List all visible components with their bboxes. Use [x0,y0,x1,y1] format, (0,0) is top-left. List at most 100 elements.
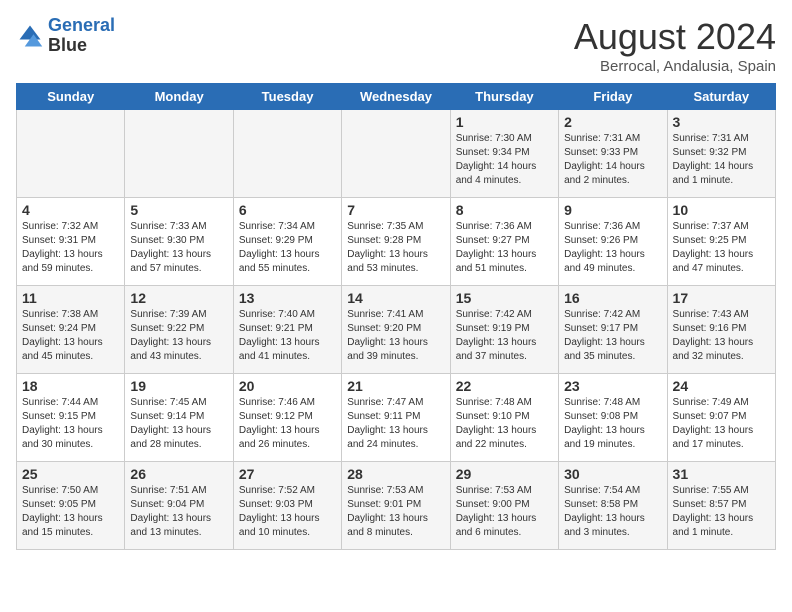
day-number: 13 [239,290,336,306]
calendar-cell: 12Sunrise: 7:39 AMSunset: 9:22 PMDayligh… [125,286,233,374]
day-number: 5 [130,202,227,218]
calendar-table: SundayMondayTuesdayWednesdayThursdayFrid… [16,83,776,550]
calendar-cell [125,110,233,198]
logo-text: General Blue [48,16,115,56]
calendar-cell: 27 Sunrise: 7:52 AMSunset: 9:03 PMDayligh… [233,462,341,550]
day-number: 29 [456,466,553,482]
day-number: 14 [347,290,444,306]
calendar-week-4: 18 Sunrise: 7:44 AMSunset: 9:15 PMDayligh… [17,374,776,462]
day-number: 30 [564,466,661,482]
calendar-header: SundayMondayTuesdayWednesdayThursdayFrid… [17,84,776,110]
day-info: Sunrise: 7:30 AMSunset: 9:34 PMDaylight:… [456,132,553,188]
calendar-week-2: 4Sunrise: 7:32 AMSunset: 9:31 PMDaylight… [17,198,776,286]
day-info: Sunrise: 7:52 AMSunset: 9:03 PMDaylight:… [239,484,336,540]
day-info: Sunrise: 7:47 AMSunset: 9:11 PMDaylight:… [347,396,444,452]
day-number: 24 [673,378,770,394]
calendar-cell: 20 Sunrise: 7:46 AMSunset: 9:12 PMDayligh… [233,374,341,462]
day-header-monday: Monday [125,84,233,110]
day-info: Sunrise: 7:33 AMSunset: 9:30 PMDaylight:… [130,220,227,276]
day-info: Sunrise: 7:44 AMSunset: 9:15 PMDaylight:… [22,396,119,452]
day-info: Sunrise: 7:51 AMSunset: 9:04 PMDaylight:… [130,484,227,540]
day-info: Sunrise: 7:49 AMSunset: 9:07 PMDaylight:… [673,396,770,452]
day-header-wednesday: Wednesday [342,84,450,110]
calendar-cell: 1 Sunrise: 7:30 AMSunset: 9:34 PMDaylight… [450,110,558,198]
calendar-cell [342,110,450,198]
calendar-cell: 18 Sunrise: 7:44 AMSunset: 9:15 PMDayligh… [17,374,125,462]
calendar-week-1: 1 Sunrise: 7:30 AMSunset: 9:34 PMDaylight… [17,110,776,198]
calendar-cell: 10Sunrise: 7:37 AMSunset: 9:25 PMDayligh… [667,198,775,286]
calendar-cell: 11Sunrise: 7:38 AMSunset: 9:24 PMDayligh… [17,286,125,374]
calendar-cell: 3 Sunrise: 7:31 AMSunset: 9:32 PMDaylight… [667,110,775,198]
day-number: 16 [564,290,661,306]
day-number: 3 [673,114,770,130]
calendar-cell: 30Sunrise: 7:54 AMSunset: 8:58 PMDayligh… [559,462,667,550]
calendar-cell: 14 Sunrise: 7:41 AMSunset: 9:20 PMDayligh… [342,286,450,374]
calendar-cell: 16 Sunrise: 7:42 AMSunset: 9:17 PMDayligh… [559,286,667,374]
calendar-cell [17,110,125,198]
day-number: 31 [673,466,770,482]
day-info: Sunrise: 7:48 AMSunset: 9:10 PMDaylight:… [456,396,553,452]
day-header-sunday: Sunday [17,84,125,110]
calendar-cell: 22 Sunrise: 7:48 AMSunset: 9:10 PMDayligh… [450,374,558,462]
day-info: Sunrise: 7:36 AMSunset: 9:27 PMDaylight:… [456,220,553,276]
day-number: 17 [673,290,770,306]
calendar-cell: 25Sunrise: 7:50 AMSunset: 9:05 PMDayligh… [17,462,125,550]
day-number: 22 [456,378,553,394]
day-info: Sunrise: 7:41 AMSunset: 9:20 PMDaylight:… [347,308,444,364]
calendar-body: 1 Sunrise: 7:30 AMSunset: 9:34 PMDaylight… [17,110,776,550]
calendar-cell: 23 Sunrise: 7:48 AMSunset: 9:08 PMDayligh… [559,374,667,462]
title-block: August 2024 Berrocal, Andalusia, Spain [574,16,776,75]
calendar-cell: 29 Sunrise: 7:53 AMSunset: 9:00 PMDayligh… [450,462,558,550]
logo-icon [16,22,44,50]
day-info: Sunrise: 7:53 AMSunset: 9:00 PMDaylight:… [456,484,553,540]
day-info: Sunrise: 7:37 AMSunset: 9:25 PMDaylight:… [673,220,770,276]
day-number: 8 [456,202,553,218]
calendar-cell: 19Sunrise: 7:45 AMSunset: 9:14 PMDayligh… [125,374,233,462]
day-number: 11 [22,290,119,306]
day-info: Sunrise: 7:31 AMSunset: 9:32 PMDaylight:… [673,132,770,188]
day-number: 7 [347,202,444,218]
day-number: 25 [22,466,119,482]
calendar-cell [233,110,341,198]
day-info: Sunrise: 7:42 AMSunset: 9:19 PMDaylight:… [456,308,553,364]
day-info: Sunrise: 7:34 AMSunset: 9:29 PMDaylight:… [239,220,336,276]
day-number: 1 [456,114,553,130]
day-header-saturday: Saturday [667,84,775,110]
day-number: 15 [456,290,553,306]
calendar-cell: 28 Sunrise: 7:53 AMSunset: 9:01 PMDayligh… [342,462,450,550]
calendar-cell: 17Sunrise: 7:43 AMSunset: 9:16 PMDayligh… [667,286,775,374]
day-info: Sunrise: 7:48 AMSunset: 9:08 PMDaylight:… [564,396,661,452]
day-info: Sunrise: 7:31 AMSunset: 9:33 PMDaylight:… [564,132,661,188]
day-header-friday: Friday [559,84,667,110]
day-number: 21 [347,378,444,394]
day-info: Sunrise: 7:39 AMSunset: 9:22 PMDaylight:… [130,308,227,364]
day-info: Sunrise: 7:53 AMSunset: 9:01 PMDaylight:… [347,484,444,540]
calendar-cell: 9Sunrise: 7:36 AMSunset: 9:26 PMDaylight… [559,198,667,286]
day-info: Sunrise: 7:45 AMSunset: 9:14 PMDaylight:… [130,396,227,452]
calendar-cell: 26Sunrise: 7:51 AMSunset: 9:04 PMDayligh… [125,462,233,550]
day-info: Sunrise: 7:40 AMSunset: 9:21 PMDaylight:… [239,308,336,364]
header-row: SundayMondayTuesdayWednesdayThursdayFrid… [17,84,776,110]
calendar-cell: 15 Sunrise: 7:42 AMSunset: 9:19 PMDayligh… [450,286,558,374]
logo-line2: Blue [48,36,115,56]
location: Berrocal, Andalusia, Spain [574,58,776,75]
calendar-cell: 4Sunrise: 7:32 AMSunset: 9:31 PMDaylight… [17,198,125,286]
day-info: Sunrise: 7:42 AMSunset: 9:17 PMDaylight:… [564,308,661,364]
logo: General Blue [16,16,115,56]
day-info: Sunrise: 7:32 AMSunset: 9:31 PMDaylight:… [22,220,119,276]
calendar-cell: 13 Sunrise: 7:40 AMSunset: 9:21 PMDayligh… [233,286,341,374]
calendar-cell: 24 Sunrise: 7:49 AMSunset: 9:07 PMDayligh… [667,374,775,462]
calendar-cell: 5 Sunrise: 7:33 AMSunset: 9:30 PMDaylight… [125,198,233,286]
month-year: August 2024 [574,16,776,58]
day-number: 28 [347,466,444,482]
page-header: General Blue August 2024 Berrocal, Andal… [16,16,776,75]
day-number: 2 [564,114,661,130]
logo-line1: General [48,15,115,35]
day-number: 27 [239,466,336,482]
day-number: 23 [564,378,661,394]
day-number: 18 [22,378,119,394]
calendar-cell: 6Sunrise: 7:34 AMSunset: 9:29 PMDaylight… [233,198,341,286]
calendar-cell: 31Sunrise: 7:55 AMSunset: 8:57 PMDayligh… [667,462,775,550]
day-number: 20 [239,378,336,394]
day-info: Sunrise: 7:46 AMSunset: 9:12 PMDaylight:… [239,396,336,452]
